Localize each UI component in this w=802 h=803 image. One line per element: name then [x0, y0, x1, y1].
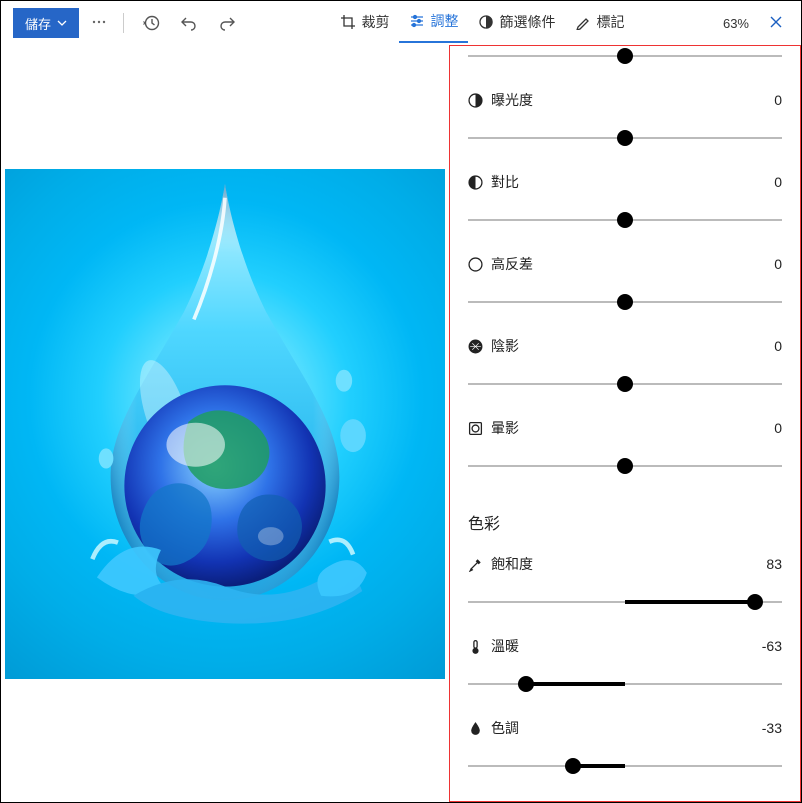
tint-icon: [468, 721, 483, 736]
zoom-level[interactable]: 63%: [723, 16, 749, 31]
tab-markup-label: 標記: [596, 12, 624, 32]
undo-icon[interactable]: [174, 8, 204, 38]
contrast-label: 對比: [491, 172, 766, 192]
slider-tint[interactable]: [468, 752, 782, 780]
canvas-area: [1, 45, 449, 802]
saturation-icon: [468, 557, 483, 572]
slider-thumb[interactable]: [617, 48, 633, 64]
exposure-icon: [468, 93, 483, 108]
slider-thumb[interactable]: [617, 376, 633, 392]
slider-warmth[interactable]: [468, 670, 782, 698]
highlight-value: 0: [774, 256, 782, 272]
toolbar-divider: [123, 13, 124, 33]
warmth-label: 溫暖: [491, 636, 754, 656]
more-icon[interactable]: [87, 10, 111, 37]
contrast-icon: [468, 175, 483, 190]
water-drop-image: [65, 184, 385, 614]
shadow-label: 陰影: [491, 336, 766, 356]
row-exposure: 曝光度 0: [468, 70, 782, 152]
tab-crop[interactable]: 裁剪: [330, 3, 399, 43]
vignette-value: 0: [774, 420, 782, 436]
close-icon: [769, 15, 783, 29]
tint-value: -33: [762, 720, 782, 736]
row-vignette: 暈影 0: [468, 398, 782, 480]
slider-exposure[interactable]: [468, 124, 782, 152]
tab-crop-label: 裁剪: [361, 12, 389, 32]
warmth-icon: [468, 639, 483, 654]
row-shadow: 陰影 0: [468, 316, 782, 398]
adjust-panel: 曝光度 0 對比 0: [449, 45, 801, 802]
slider-vignette[interactable]: [468, 452, 782, 480]
slider-thumb[interactable]: [617, 212, 633, 228]
adjust-icon: [409, 13, 425, 29]
slider-contrast[interactable]: [468, 206, 782, 234]
exposure-label: 曝光度: [491, 90, 766, 110]
tab-markup[interactable]: 標記: [565, 3, 634, 43]
section-color: 色彩: [468, 480, 782, 534]
vignette-label: 暈影: [491, 418, 766, 438]
tab-filter[interactable]: 篩選條件: [468, 3, 565, 43]
shadow-icon: [468, 339, 483, 354]
vignette-icon: [468, 421, 483, 436]
close-button[interactable]: [763, 9, 789, 38]
exposure-value: 0: [774, 92, 782, 108]
contrast-value: 0: [774, 174, 782, 190]
saturation-value: 83: [766, 556, 782, 572]
highlight-label: 高反差: [491, 254, 766, 274]
saturation-label: 飽和度: [491, 554, 758, 574]
row-tint: 色調 -33: [468, 698, 782, 780]
image-preview[interactable]: [5, 169, 445, 679]
slider-thumb[interactable]: [747, 594, 763, 610]
tab-adjust[interactable]: 調整: [399, 3, 468, 43]
slider-saturation[interactable]: [468, 588, 782, 616]
slider-thumb[interactable]: [565, 758, 581, 774]
slider-highlight[interactable]: [468, 288, 782, 316]
slider-thumb[interactable]: [617, 458, 633, 474]
filter-icon: [478, 14, 494, 30]
row-warmth: 溫暖 -63: [468, 616, 782, 698]
chevron-down-icon: [57, 18, 67, 28]
tint-label: 色調: [491, 718, 754, 738]
crop-icon: [340, 14, 356, 30]
row-contrast: 對比 0: [468, 152, 782, 234]
main: 曝光度 0 對比 0: [1, 45, 801, 802]
history-icon[interactable]: [136, 8, 166, 38]
slider-top[interactable]: [468, 45, 782, 70]
toolbar-right: 63%: [723, 9, 789, 38]
tab-filter-label: 篩選條件: [499, 12, 555, 32]
slider-thumb[interactable]: [617, 294, 633, 310]
markup-icon: [575, 14, 591, 30]
save-button[interactable]: 儲存: [13, 8, 79, 38]
save-button-label: 儲存: [25, 14, 51, 33]
highlight-icon: [468, 257, 483, 272]
editor-tabs: 裁剪 調整 篩選條件 標記: [250, 3, 715, 43]
slider-shadow[interactable]: [468, 370, 782, 398]
slider-thumb[interactable]: [518, 676, 534, 692]
row-highlight: 高反差 0: [468, 234, 782, 316]
shadow-value: 0: [774, 338, 782, 354]
tab-adjust-label: 調整: [430, 11, 458, 31]
row-saturation: 飽和度 83: [468, 534, 782, 616]
toolbar: 儲存 裁剪 調整 篩選條件 標記 63%: [1, 1, 801, 45]
redo-icon[interactable]: [212, 8, 242, 38]
warmth-value: -63: [762, 638, 782, 654]
slider-thumb[interactable]: [617, 130, 633, 146]
